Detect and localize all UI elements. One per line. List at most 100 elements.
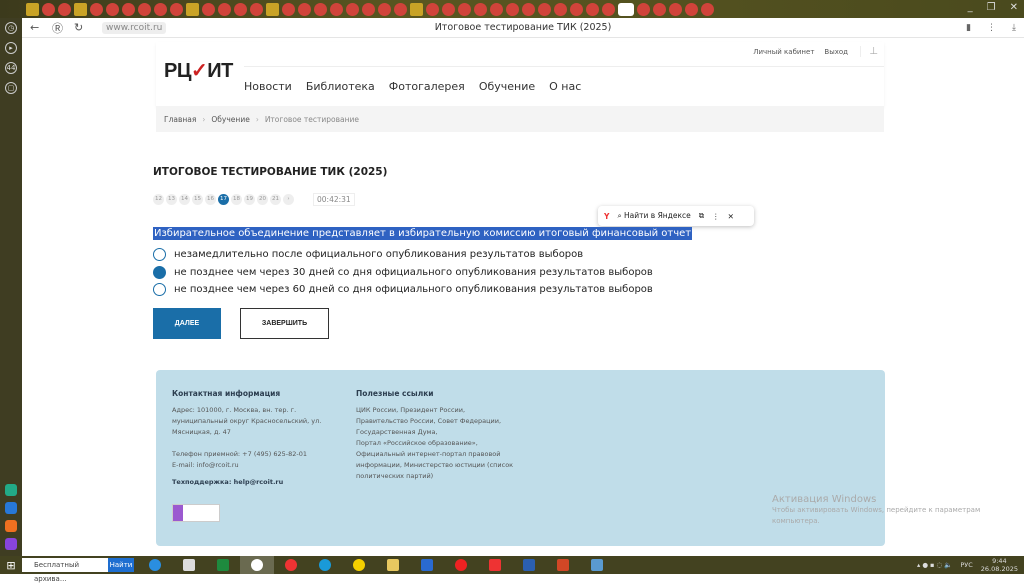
page-button[interactable]: 19 [244,194,255,205]
tab[interactable] [266,2,279,16]
page-button[interactable]: 13 [166,194,177,205]
back-icon[interactable]: ← [30,21,44,34]
footer-link[interactable]: политических партий) [356,471,516,482]
taskbar-search-button[interactable]: Найти [108,558,134,572]
close-icon[interactable]: ✕ [728,212,734,221]
page-button[interactable]: 21 [270,194,281,205]
page-button-current[interactable]: 17 [218,194,229,205]
page-button[interactable]: 14 [179,194,190,205]
tab[interactable] [154,2,167,16]
app-icon[interactable] [580,556,614,574]
protect-icon[interactable]: Ⓡ [52,20,66,36]
menu-news[interactable]: Новости [244,80,292,93]
tab[interactable] [58,2,71,16]
app-icon[interactable] [5,484,17,496]
footer-link[interactable]: Государственная Дума, [356,427,516,438]
yandex-browser-icon[interactable] [240,556,274,574]
footer-link[interactable]: информации, Министерство юстиции (список [356,460,516,471]
clock[interactable]: 9:44 26.08.2025 [981,557,1018,573]
tab[interactable] [458,2,471,16]
bookmark-icon[interactable]: ▮ [966,23,971,33]
tab[interactable] [442,2,455,16]
tab[interactable] [186,2,199,16]
tab[interactable] [685,2,698,16]
tab[interactable] [653,2,666,16]
tab[interactable] [90,2,103,16]
tab[interactable] [26,2,39,16]
copy-icon[interactable]: ⧉ [699,211,704,221]
menu-library[interactable]: Библиотека [306,80,375,93]
opera-icon[interactable] [444,556,478,574]
page-button[interactable]: 12 [153,194,164,205]
radio-checked[interactable] [153,266,166,279]
taskbar-search-input[interactable]: Бесплатный архива... [22,558,108,583]
tab[interactable] [314,2,327,16]
tab[interactable] [218,2,231,16]
play-icon[interactable]: ▸ [5,42,17,54]
tab[interactable] [298,2,311,16]
answer-option[interactable]: незамедлительно после официального опубл… [153,248,583,261]
find-in-yandex-button[interactable]: ⌕ Найти в Яндексе [617,211,690,221]
footer-link[interactable]: Портал «Российское образование», [356,438,516,449]
answer-option[interactable]: не позднее чем через 60 дней со дня офиц… [153,283,653,296]
tab[interactable] [586,2,599,16]
footer-link[interactable]: ЦИК России, Президент России, [356,405,516,416]
tab[interactable] [106,2,119,16]
tab[interactable] [701,2,714,16]
explorer-icon[interactable] [376,556,410,574]
sitemap-icon[interactable]: ⊥ [860,46,878,57]
menu-gallery[interactable]: Фотогалерея [389,80,465,93]
footer-link[interactable]: Правительство России, Совет Федерации, [356,416,516,427]
language-indicator[interactable]: РУС [960,561,972,569]
active-tab[interactable] [618,2,634,16]
tab[interactable] [602,2,615,16]
excel-icon[interactable] [206,556,240,574]
tab[interactable] [378,2,391,16]
app-icon[interactable] [5,520,17,532]
scanner-icon[interactable] [410,556,444,574]
tab[interactable] [234,2,247,16]
yandex-icon[interactable] [274,556,308,574]
edge-icon[interactable] [308,556,342,574]
tab[interactable] [250,2,263,16]
page-button[interactable]: 18 [231,194,242,205]
tab[interactable] [74,2,87,16]
next-button[interactable]: ДАЛЕЕ [153,308,221,339]
support-email[interactable]: Техподдержка: help@rcoit.ru [172,477,322,488]
download-icon[interactable]: ⤓ [1012,23,1016,33]
yandex-market-icon[interactable] [342,556,376,574]
restore-icon[interactable]: ❐ [987,2,996,13]
minimize-icon[interactable]: _ [968,2,973,13]
tab-count-icon[interactable]: 44 [5,62,17,74]
tab[interactable] [474,2,487,16]
url-field[interactable]: www.rcoit.ru [102,21,167,34]
word-icon[interactable] [512,556,546,574]
ie-icon[interactable] [138,556,172,574]
tab[interactable] [330,2,343,16]
tab[interactable] [570,2,583,16]
tabs-icon[interactable]: ▢ [5,82,17,94]
tab[interactable] [669,2,682,16]
tab[interactable] [426,2,439,16]
alice-icon[interactable] [5,538,17,550]
page-button[interactable]: 15 [192,194,203,205]
tab[interactable] [410,2,423,16]
tab[interactable] [202,2,215,16]
tab[interactable] [554,2,567,16]
answer-option-selected[interactable]: не позднее чем через 30 дней со дня офиц… [153,266,653,279]
next-page-button[interactable]: › [283,194,294,205]
page-button[interactable]: 20 [257,194,268,205]
page-button[interactable]: 16 [205,194,216,205]
menu-icon[interactable]: ⋮ [987,23,996,33]
tab[interactable] [522,2,535,16]
reload-icon[interactable]: ↻ [74,21,88,34]
footer-link[interactable]: Официальный интернет-портал правовой [356,449,516,460]
powerpoint-icon[interactable] [546,556,580,574]
tab[interactable] [394,2,407,16]
radio[interactable] [153,283,166,296]
windows-start-icon[interactable]: ⊞ [0,559,22,572]
tab[interactable] [362,2,375,16]
tab[interactable] [538,2,551,16]
breadcrumb-home[interactable]: Главная [164,115,196,124]
vk-icon[interactable] [5,502,17,514]
